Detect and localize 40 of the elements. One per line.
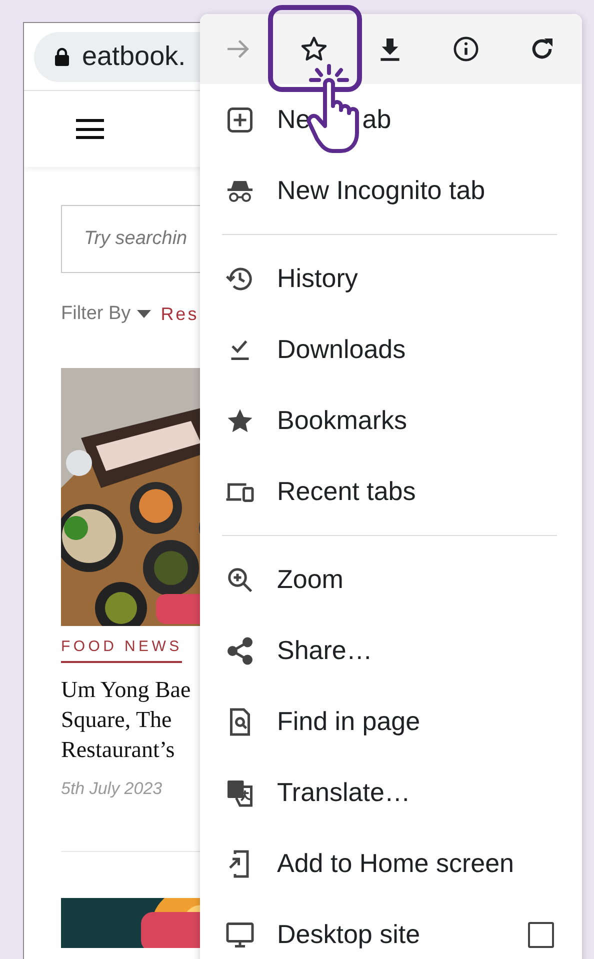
menu-item-label: Find in page	[277, 706, 420, 737]
menu-item-label: Bookmarks	[277, 405, 408, 436]
menu-item-label: Recent tabs	[277, 476, 416, 507]
category-link[interactable]: FOOD NEWS	[61, 638, 182, 663]
filter-option[interactable]: Res	[160, 304, 199, 324]
plus-square-icon	[225, 104, 255, 134]
menu-item-label: ab	[362, 104, 392, 135]
menu-item[interactable]: Share…	[200, 615, 582, 686]
menu-item-label: Desktop site	[277, 919, 420, 950]
share-icon	[225, 636, 255, 666]
menu-item-label: Zoom	[277, 564, 344, 595]
monitor-icon	[225, 920, 255, 950]
menu-item[interactable]: Add to Home screen	[200, 828, 582, 899]
article-date: 5th July 2023	[61, 779, 164, 799]
url-text: eatbook.	[82, 41, 186, 72]
menu-item[interactable]: Zoom	[200, 544, 582, 615]
info-icon	[452, 35, 480, 63]
filter-label: Filter By	[61, 303, 131, 325]
checkbox[interactable]	[528, 922, 554, 948]
menu-item-label: Translate…	[277, 777, 410, 808]
menu-item-label: History	[277, 263, 358, 294]
menu-item[interactable]: Ne ab	[200, 84, 582, 155]
lock-icon	[54, 46, 70, 66]
translate-icon	[225, 778, 255, 808]
menu-item-label: Ne	[277, 104, 310, 135]
menu-item[interactable]: New Incognito tab	[200, 155, 582, 226]
menu-item[interactable]: Find in page	[200, 686, 582, 757]
caret-icon[interactable]	[136, 310, 151, 318]
menu-item-label: Add to Home screen	[277, 848, 514, 879]
menu-item[interactable]: Recent tabs	[200, 456, 582, 527]
menu-item[interactable]: Bookmarks	[200, 385, 582, 456]
menu-item[interactable]: History	[200, 243, 582, 314]
menu-icon[interactable]	[76, 119, 104, 139]
menu-item-label: Downloads	[277, 334, 406, 365]
menu-item-label: Share…	[277, 635, 372, 666]
menu-item[interactable]: Translate…	[200, 757, 582, 828]
star-outline-icon	[300, 35, 328, 63]
menu-item-label: New Incognito tab	[277, 175, 486, 206]
menu-item[interactable]: Downloads	[200, 314, 582, 385]
menu-item[interactable]: Desktop site	[200, 899, 582, 959]
